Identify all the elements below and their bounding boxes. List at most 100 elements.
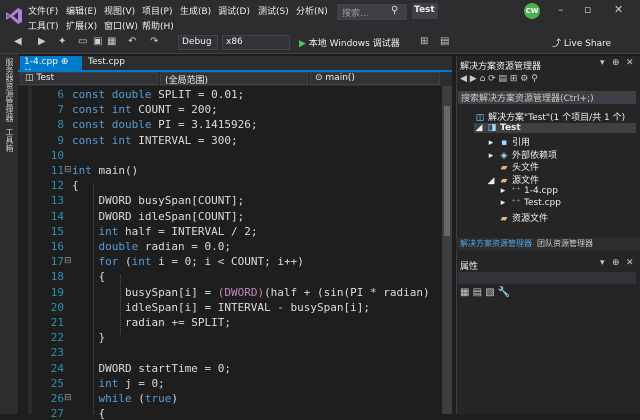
code-line[interactable]: DWORD idleSpan[COUNT]; <box>72 210 244 223</box>
tree-item-label: 源文件 <box>512 176 540 186</box>
code-line[interactable]: } <box>72 331 105 344</box>
platform-select[interactable]: x86 <box>222 35 290 50</box>
code-line[interactable]: for (int i = 0; i < COUNT; i++) <box>72 255 304 268</box>
pane-pin-icon[interactable]: ⊕ <box>612 58 620 68</box>
tree-item[interactable]: ▸ ⁺⁺ Test.cpp <box>498 198 561 208</box>
save-all-icon[interactable]: ▦ <box>107 36 116 47</box>
code-token: DWORD busySpan[COUNT]; <box>72 194 245 208</box>
pane-close-icon[interactable]: ✕ <box>626 58 634 68</box>
expander-icon[interactable]: ◢ <box>486 176 496 186</box>
fold-toggle-icon[interactable]: ⊟ <box>64 393 72 403</box>
expander-icon[interactable]: ◢ <box>474 123 484 133</box>
tree-item[interactable]: ◫ 解决方案"Test"(1 个项目/共 1 个) <box>462 110 625 123</box>
expander-icon[interactable]: ▸ <box>486 151 496 161</box>
code-line[interactable]: idleSpan[i] = INTERVAL - busySpan[i]; <box>72 301 370 314</box>
expander-icon[interactable]: ▸ <box>498 198 508 208</box>
tree-item[interactable]: ◢ ◨ Test <box>474 122 636 133</box>
user-avatar[interactable]: CW <box>524 3 540 19</box>
redo-icon[interactable]: ↷ <box>150 36 158 47</box>
code-line[interactable]: const double SPLIT = 0.01; <box>72 88 244 101</box>
tree-item[interactable]: ▰ 头文件 <box>486 160 539 173</box>
undo-icon[interactable]: ↶ <box>128 36 136 47</box>
tab-team-explorer[interactable]: 团队资源管理器 <box>537 238 593 249</box>
menu-item[interactable]: 工具(T) <box>28 19 59 32</box>
menu-item[interactable]: 视图(V) <box>104 4 135 17</box>
project-dropdown[interactable]: ◫ Test <box>20 72 158 85</box>
editor-scrollbar[interactable] <box>442 86 452 414</box>
solution-explorer-toolbar[interactable]: ◀ ▶ ⌂ ⟳ ▤ ⊞ ⚙ ⚲ <box>460 74 538 84</box>
menu-item[interactable]: 分析(N) <box>296 4 328 17</box>
menu-item[interactable]: 窗口(W) <box>104 19 138 32</box>
forward-icon[interactable]: ▶ <box>38 36 46 47</box>
scrollbar-thumb[interactable] <box>444 106 450 236</box>
tab-test-cpp[interactable]: Test.cpp <box>84 56 134 70</box>
code-line[interactable]: int j = 0; <box>72 377 165 390</box>
properties-toolbar[interactable]: ▦ ▤ ▧ 🔧 <box>460 287 510 298</box>
close-icon[interactable]: ✕ <box>614 3 623 16</box>
code-token: (DWORD) <box>217 285 265 299</box>
code-line[interactable]: while (true) <box>72 392 179 405</box>
menu-item[interactable]: 生成(B) <box>180 4 211 17</box>
maximize-icon[interactable]: ▫ <box>584 3 591 16</box>
code-line[interactable]: busySpan[i] = (DWORD)(half + (sin(PI * r… <box>72 286 430 299</box>
member-dropdown[interactable]: ⊙ main() <box>310 72 440 85</box>
tree-item[interactable]: ▸ ◈ 外部依赖项 <box>486 148 557 161</box>
tree-item[interactable]: ▰ 资源文件 <box>486 211 548 224</box>
code-line[interactable]: { <box>72 270 105 283</box>
save-icon[interactable]: ▣ <box>93 36 102 47</box>
props-close-icon[interactable]: ✕ <box>626 258 634 268</box>
line-number: 16 <box>50 240 64 253</box>
props-dropdown-icon[interactable]: ▾ <box>600 258 605 268</box>
menu-item[interactable]: 测试(S) <box>258 4 289 17</box>
menu-item[interactable]: 帮助(H) <box>142 19 174 32</box>
tree-item-label: 1-4.cpp <box>524 185 558 196</box>
tree-item[interactable]: ▸ ▪ 引用 <box>486 135 530 148</box>
menu-item[interactable]: 扩展(X) <box>66 19 97 32</box>
expander-icon[interactable]: ▸ <box>486 138 496 148</box>
open-file-icon[interactable]: ▭ <box>78 36 87 47</box>
back-icon[interactable]: ◀ <box>14 36 22 47</box>
search-icon[interactable]: ⚲ <box>391 5 398 16</box>
visual-studio-logo-icon[interactable] <box>4 6 24 26</box>
toolbar-extra-icon[interactable]: ▤ <box>440 36 449 47</box>
code-line[interactable]: DWORD busySpan[COUNT]; <box>72 194 244 207</box>
expander-icon[interactable]: ▸ <box>498 186 508 196</box>
menu-item[interactable]: 编辑(E) <box>66 4 97 17</box>
tree-item[interactable]: ◢ ▰ 源文件 <box>486 173 539 186</box>
properties-object-select[interactable] <box>458 272 636 284</box>
pin-icon[interactable]: ⊕ <box>61 57 69 67</box>
props-pin-icon[interactable]: ⊕ <box>612 258 620 268</box>
tree-item[interactable]: ▸ ⁺⁺ 1-4.cpp <box>498 186 558 196</box>
minimize-icon[interactable]: – <box>558 3 564 16</box>
code-line[interactable]: double radian = 0.0; <box>72 240 231 253</box>
code-line[interactable]: int main() <box>72 164 138 177</box>
tab-solution-explorer[interactable]: 解决方案资源管理器 <box>460 238 532 249</box>
configuration-select[interactable]: Debug <box>178 35 218 50</box>
toolbox-tab[interactable]: 工具箱 <box>4 128 15 152</box>
live-share-button[interactable]: ⤴ Live Share <box>552 36 611 49</box>
menu-item[interactable]: 项目(P) <box>142 4 172 17</box>
code-line[interactable]: radian += SPLIT; <box>72 316 231 329</box>
tree-node-icon: ◈ <box>500 150 508 161</box>
solution-search-input[interactable]: 搜索解决方案资源管理器(Ctrl+;) <box>458 91 636 104</box>
tab-1-4-cpp[interactable]: 1-4.cpp ⊕ × <box>20 56 82 77</box>
code-line[interactable]: { <box>72 179 79 192</box>
scope-dropdown[interactable]: (全局范围) <box>160 72 308 86</box>
attach-icon[interactable]: ⊞ <box>420 36 428 47</box>
indent-guide <box>93 185 94 414</box>
pane-dropdown-icon[interactable]: ▾ <box>600 58 605 68</box>
code-line[interactable]: const double PI = 3.1415926; <box>72 118 257 131</box>
code-line[interactable]: const int INTERVAL = 300; <box>72 134 238 147</box>
solution-name-badge: Test <box>412 3 438 19</box>
code-line[interactable]: const int COUNT = 200; <box>72 103 218 116</box>
code-line[interactable]: DWORD startTime = 0; <box>72 362 230 375</box>
new-project-icon[interactable]: ✦ <box>58 36 66 47</box>
fold-toggle-icon[interactable]: ⊟ <box>64 165 72 175</box>
start-debugging-button[interactable]: ▶ 本地 Windows 调试器 <box>299 36 400 49</box>
menu-item[interactable]: 文件(F) <box>28 4 58 17</box>
menu-item[interactable]: 调试(D) <box>218 4 250 17</box>
fold-toggle-icon[interactable]: ⊟ <box>64 256 72 266</box>
server-explorer-tab[interactable]: 服务器资源管理器 <box>4 58 15 122</box>
code-line[interactable]: int half = INTERVAL / 2; <box>72 225 258 238</box>
